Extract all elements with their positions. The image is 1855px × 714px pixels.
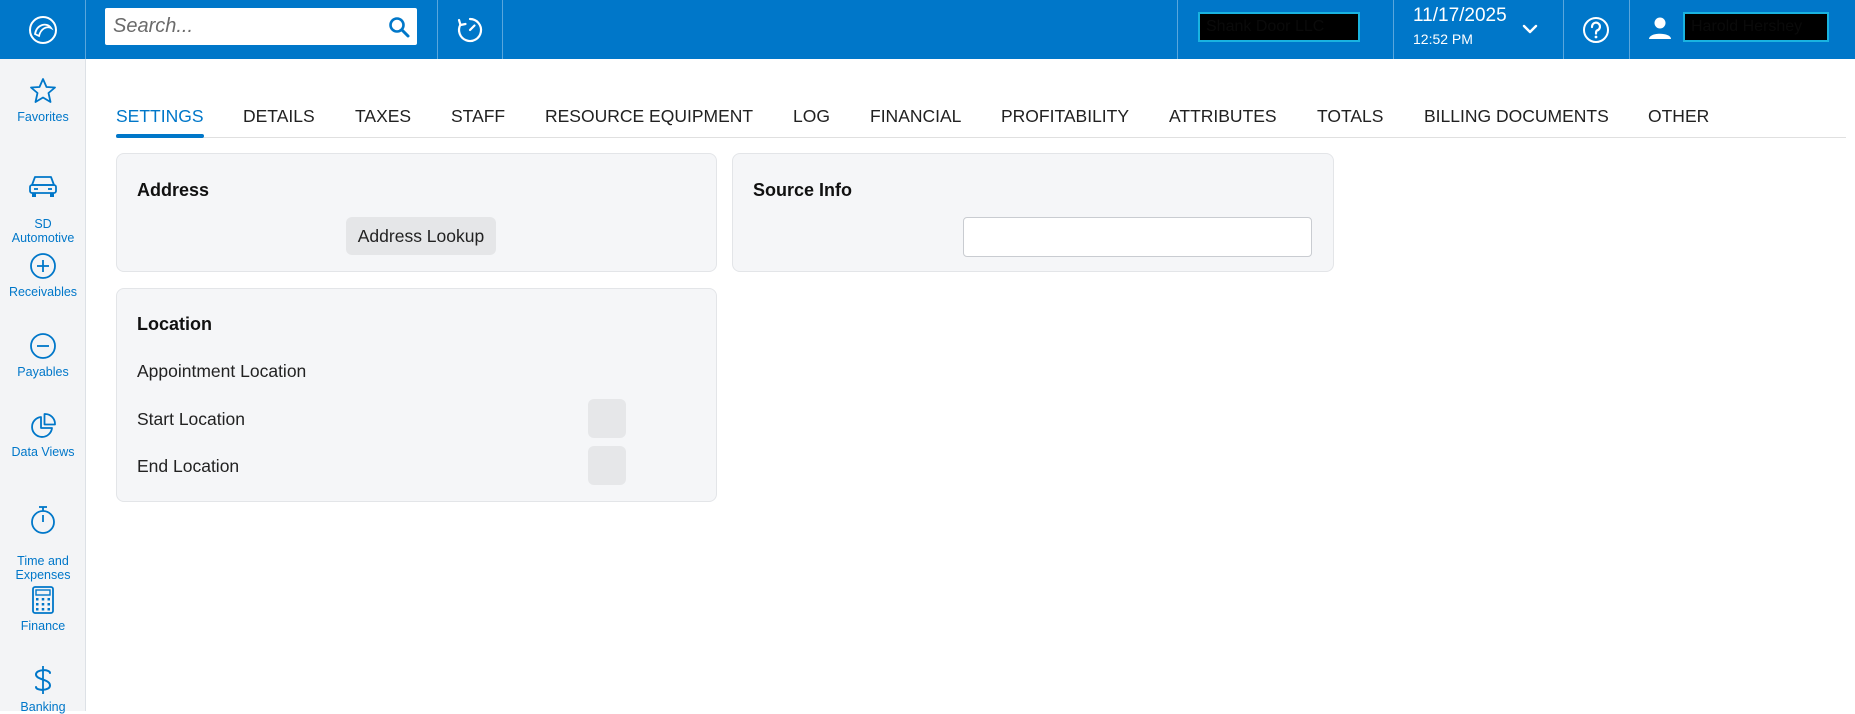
user-name: Harold Hershey [1683,12,1829,42]
business-time: 12:52 PM [1413,31,1473,47]
location-panel-title: Location [137,314,212,334]
company-selector[interactable]: Shank Door LLC [1178,0,1393,59]
tab-staff[interactable]: STAFF [451,106,505,127]
source-info-input[interactable] [963,217,1312,257]
pie-chart-icon [31,413,56,438]
logo-button[interactable] [0,0,86,59]
sidebar-item-sd-automotive[interactable]: SD Automotive [0,157,86,245]
sidebar: Favorites SD Automotive Receivables Paya… [0,59,86,714]
logo-icon [28,15,57,44]
plus-circle-icon [30,253,56,279]
search-icon[interactable] [387,15,411,39]
sidebar-item-favorites[interactable]: Favorites [0,76,86,124]
tab-resource-equipment[interactable]: RESOURCE EQUIPMENT [545,106,753,127]
appointment-location-label: Appointment Location [137,361,307,381]
search-input[interactable] [105,8,375,45]
dollar-icon [34,666,52,694]
tab-other[interactable]: OTHER [1648,106,1709,127]
tab-billing-documents[interactable]: BILLING DOCUMENTS [1424,106,1609,127]
sidebar-item-banking[interactable]: Banking [0,664,86,714]
top-bar: Shank Door LLC 11/17/2025 12:52 PM Harol… [0,0,1855,59]
tab-profitability[interactable]: PROFITABILITY [1001,106,1129,127]
active-tab-indicator [116,134,204,138]
sidebar-item-time-and-expenses[interactable]: Time and Expenses [0,490,86,582]
help-button[interactable] [1563,0,1629,59]
tab-totals[interactable]: TOTALS [1317,106,1383,127]
tab-settings[interactable]: SETTINGS [116,106,204,127]
source-info-panel: Source Info [732,153,1334,272]
user-menu[interactable]: Harold Hershey [1629,0,1855,59]
address-panel-title: Address [137,180,210,200]
sidebar-item-label: Receivables [8,285,78,299]
help-icon [1583,16,1609,43]
calculator-icon [32,586,54,614]
sidebar-item-label: Time and Expenses [15,554,71,582]
sidebar-item-label: Finance [20,619,66,633]
source-info-panel-title: Source Info [753,180,853,200]
history-icon [457,17,483,42]
address-panel: Address Address Lookup [116,153,717,272]
sidebar-item-payables[interactable]: Payables [0,331,86,379]
end-location-label: End Location [137,456,240,476]
chevron-down-icon[interactable] [1519,18,1541,40]
location-panel: Location Appointment Location Start Loca… [116,288,717,502]
stopwatch-icon [31,506,55,534]
car-icon [29,176,57,197]
tab-bar: SETTINGS DETAILS TAXES STAFF RESOURCE EQ… [116,98,1846,138]
sidebar-item-data-views[interactable]: Data Views [0,411,86,459]
sidebar-item-finance[interactable]: Finance [0,585,86,633]
search-box [105,8,417,45]
start-location-checkbox[interactable] [588,399,626,438]
sidebar-item-label: Data Views [11,445,75,459]
sidebar-item-receivables[interactable]: Receivables [0,251,86,299]
sidebar-item-label: SD Automotive [11,217,75,245]
business-date: 11/17/2025 [1413,5,1507,26]
sidebar-item-label: Banking [20,700,66,714]
end-location-checkbox[interactable] [588,446,626,485]
tab-details[interactable]: DETAILS [243,106,315,127]
sidebar-item-label: Payables [17,365,69,379]
tab-log[interactable]: LOG [793,106,830,127]
sidebar-item-label: Favorites [17,110,69,124]
company-name: Shank Door LLC [1198,12,1360,42]
tab-financial[interactable]: FINANCIAL [870,106,961,127]
minus-circle-icon [30,333,56,359]
history-button[interactable] [438,0,502,59]
start-location-label: Start Location [137,409,245,429]
tab-attributes[interactable]: ATTRIBUTES [1169,106,1277,127]
divider [502,0,503,59]
tab-taxes[interactable]: TAXES [355,106,411,127]
user-icon [1649,17,1671,39]
address-lookup-button[interactable]: Address Lookup [346,217,496,255]
star-icon [30,78,56,103]
business-date-selector[interactable]: 11/17/2025 12:52 PM [1393,0,1563,59]
